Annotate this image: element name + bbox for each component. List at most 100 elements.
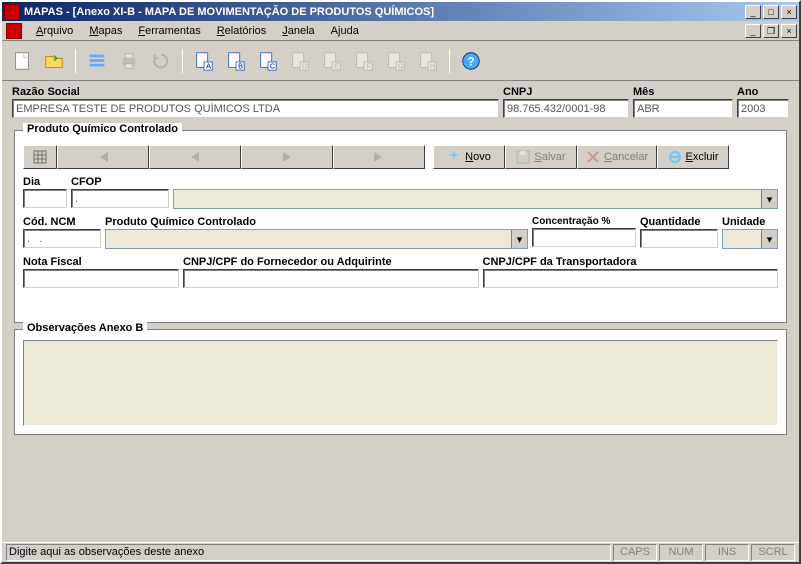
svg-text:A: A [206, 61, 211, 70]
group-observacoes-legend: Observações Anexo B [23, 322, 147, 334]
produto-label: Produto Químico Controlado [105, 215, 528, 229]
concentracao-label: Concentração % [532, 215, 636, 228]
toolbar-report-b-icon[interactable]: B [222, 47, 250, 75]
toolbar-report-e-icon[interactable]: E [318, 47, 346, 75]
chevron-down-icon[interactable]: ▾ [761, 190, 777, 208]
toolbar-print-icon[interactable] [115, 47, 143, 75]
status-ins: INS [705, 544, 749, 561]
maximize-button[interactable]: □ [763, 5, 779, 19]
toolbar-refresh-icon[interactable] [147, 47, 175, 75]
chevron-down-icon[interactable]: ▾ [511, 230, 527, 248]
quantidade-field[interactable] [640, 229, 718, 248]
razao-social-field [12, 99, 499, 118]
concentracao-field[interactable] [532, 228, 636, 247]
toolbar-report-h-icon[interactable]: H [414, 47, 442, 75]
menu-ajuda[interactable]: Ajuda [323, 23, 367, 39]
toolbar-open-icon[interactable] [40, 47, 68, 75]
dia-label: Dia [23, 175, 67, 189]
menu-relatorios[interactable]: Relatórios [209, 23, 275, 39]
chevron-down-icon[interactable]: ▾ [761, 230, 777, 248]
cnpj-transportadora-field[interactable] [483, 269, 779, 288]
cnpj-fornecedor-field[interactable] [183, 269, 479, 288]
sparkle-icon [447, 150, 461, 164]
menubar: Arquivo Mapas Ferramentas Relatórios Jan… [2, 21, 799, 41]
status-scrl: SCRL [751, 544, 795, 561]
nav-prev-button[interactable] [149, 145, 241, 169]
nav-last-button[interactable] [333, 145, 425, 169]
salvar-label: alvar [542, 151, 566, 163]
nav-first-button[interactable] [57, 145, 149, 169]
nota-fiscal-label: Nota Fiscal [23, 255, 179, 269]
salvar-button[interactable]: Salvar [505, 145, 577, 169]
toolbar-help-icon[interactable]: ? [457, 47, 485, 75]
cancelar-label: ancelar [612, 151, 648, 163]
cod-ncm-field[interactable] [23, 229, 101, 248]
group-produto: Produto Químico Controlado Novo Salvar [14, 130, 787, 323]
svg-text:D: D [302, 61, 307, 70]
menu-janela[interactable]: Janela [274, 23, 322, 39]
toolbar-new-icon[interactable] [8, 47, 36, 75]
excluir-label: xcluir [693, 151, 719, 163]
nav-grid-button[interactable] [23, 145, 57, 169]
ano-label: Ano [737, 85, 789, 99]
svg-text:H: H [430, 61, 435, 70]
mdi-close-button[interactable]: × [781, 24, 797, 38]
status-caps: CAPS [613, 544, 657, 561]
quantidade-label: Quantidade [640, 215, 718, 229]
mdi-minimize-button[interactable]: _ [745, 24, 761, 38]
svg-text:?: ? [467, 54, 474, 68]
statusbar: Digite aqui as observações deste anexo C… [2, 542, 799, 562]
cod-ncm-label: Cód. NCM [23, 215, 101, 229]
close-button[interactable]: × [781, 5, 797, 19]
menu-arquivo[interactable]: Arquivo [28, 23, 81, 39]
toolbar-report-a-icon[interactable]: A [190, 47, 218, 75]
svg-text:E: E [334, 61, 339, 70]
app-icon [4, 4, 20, 20]
cfop-code-field[interactable] [71, 189, 169, 208]
menu-mapas[interactable]: Mapas [81, 23, 130, 39]
window-title: MAPAS - [Anexo XI-B - MAPA DE MOVIMENTAÇ… [24, 6, 745, 18]
mes-label: Mês [633, 85, 733, 99]
svg-text:B: B [238, 61, 243, 70]
novo-label: ovo [473, 151, 491, 163]
toolbar-list-icon[interactable] [83, 47, 111, 75]
svg-text:G: G [398, 61, 404, 70]
cancelar-button[interactable]: Cancelar [577, 145, 657, 169]
minimize-button[interactable]: _ [745, 5, 761, 19]
unidade-value [723, 230, 761, 248]
toolbar-report-g-icon[interactable]: G [382, 47, 410, 75]
cnpj-field [503, 99, 629, 118]
observacoes-textarea[interactable] [23, 340, 778, 426]
produto-value [106, 230, 511, 248]
svg-text:F: F [366, 61, 371, 70]
produto-combo[interactable]: ▾ [105, 229, 528, 249]
delete-icon [668, 150, 682, 164]
cancel-icon [586, 150, 600, 164]
cnpj-fornecedor-label: CNPJ/CPF do Fornecedor ou Adquirinte [183, 255, 479, 269]
disk-icon [516, 150, 530, 164]
dia-field[interactable] [23, 189, 67, 208]
excluir-button[interactable]: Excluir [657, 145, 729, 169]
spacer [173, 175, 778, 189]
toolbar: A B C D E F G H ? [2, 41, 799, 81]
nav-next-button[interactable] [241, 145, 333, 169]
svg-text:C: C [270, 61, 276, 70]
mes-field [633, 99, 733, 118]
nota-fiscal-field[interactable] [23, 269, 179, 288]
status-message: Digite aqui as observações deste anexo [6, 544, 611, 561]
group-produto-legend: Produto Químico Controlado [23, 123, 182, 135]
cfop-desc-combo[interactable]: ▾ [173, 189, 778, 209]
menu-ferramentas[interactable]: Ferramentas [130, 23, 208, 39]
unidade-combo[interactable]: ▾ [722, 229, 778, 249]
toolbar-report-c-icon[interactable]: C [254, 47, 282, 75]
app-small-icon [6, 23, 22, 39]
cfop-desc-value [174, 190, 761, 208]
status-num: NUM [659, 544, 703, 561]
toolbar-report-d-icon[interactable]: D [286, 47, 314, 75]
cnpj-label: CNPJ [503, 85, 629, 99]
toolbar-report-f-icon[interactable]: F [350, 47, 378, 75]
cfop-label: CFOP [71, 175, 169, 189]
mdi-restore-button[interactable]: ❐ [763, 24, 779, 38]
novo-button[interactable]: Novo [433, 145, 505, 169]
cnpj-transportadora-label: CNPJ/CPF da Transportadora [483, 255, 779, 269]
